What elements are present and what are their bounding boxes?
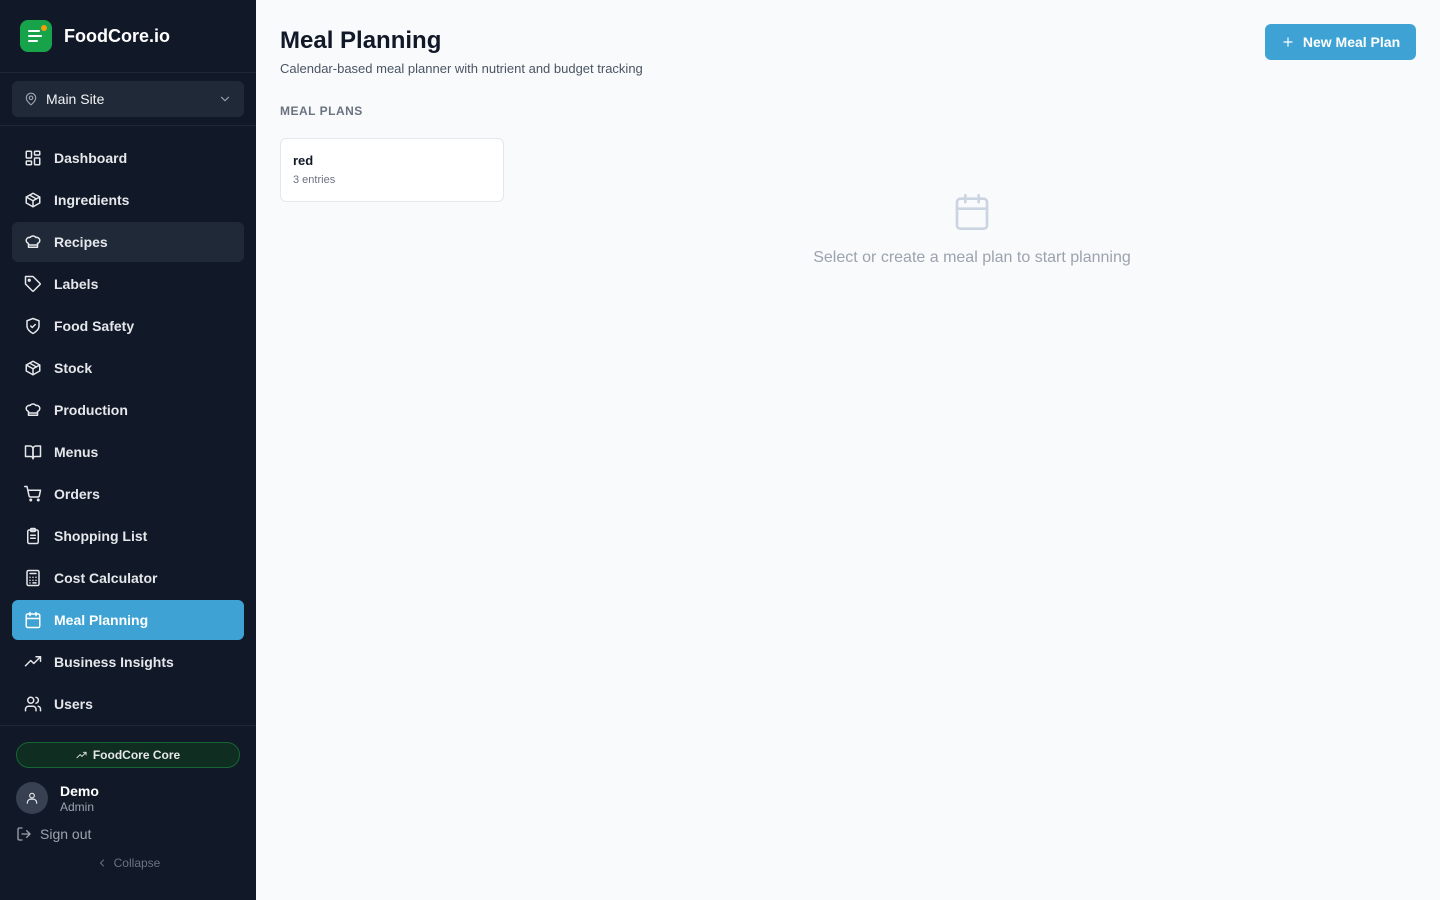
meal-plan-card[interactable]: red 3 entries <box>280 138 504 202</box>
user-icon <box>26 792 38 804</box>
brand-logo-icon <box>20 20 52 52</box>
calculator-icon <box>26 569 40 587</box>
new-meal-plan-button[interactable]: New Meal Plan <box>1265 24 1416 60</box>
sidebar-item-ingredients[interactable]: Ingredients <box>12 180 244 220</box>
calendar-icon <box>25 611 41 629</box>
dashboard-icon <box>25 150 41 166</box>
sidebar-item-label: Users <box>54 696 93 712</box>
chef-hat-icon <box>25 235 41 248</box>
sidebar-item-labels[interactable]: Labels <box>12 264 244 304</box>
sidebar: FoodCore.io Main Site Dashboard Ingredie… <box>0 0 256 900</box>
collapse-button[interactable]: Collapse <box>16 856 240 870</box>
cart-icon <box>24 485 42 502</box>
page-subtitle: Calendar-based meal planner with nutrien… <box>280 61 643 76</box>
user-name: Demo <box>60 782 99 799</box>
package-icon <box>25 360 41 376</box>
sidebar-item-business-insights[interactable]: Business Insights <box>12 642 244 682</box>
sidebar-item-label: Meal Planning <box>54 612 149 628</box>
main-content: Meal Planning Calendar-based meal planne… <box>256 0 1440 900</box>
sign-out-button[interactable]: Sign out <box>16 826 240 842</box>
empty-state-message: Select or create a meal plan to start pl… <box>813 249 1131 266</box>
sidebar-item-food-safety[interactable]: Food Safety <box>12 306 244 346</box>
meal-plan-name: red <box>293 153 314 168</box>
site-label: Main Site <box>46 91 105 107</box>
new-meal-plan-label: New Meal Plan <box>1302 34 1401 50</box>
empty-state: Select or create a meal plan to start pl… <box>792 192 1152 267</box>
sidebar-item-recipes[interactable]: Recipes <box>12 222 244 262</box>
chef-hat-icon <box>25 403 41 416</box>
sidebar-item-users[interactable]: Users <box>12 684 244 724</box>
sidebar-item-menus[interactable]: Menus <box>12 432 244 472</box>
tag-icon <box>24 275 41 292</box>
user-role: Admin <box>60 799 95 814</box>
sidebar-item-stock[interactable]: Stock <box>12 348 244 388</box>
site-selector[interactable]: Main Site <box>12 81 244 117</box>
sidebar-item-label: Labels <box>54 276 99 292</box>
sidebar-item-shopping-list[interactable]: Shopping List <box>12 516 244 556</box>
sign-out-label: Sign out <box>40 826 92 842</box>
calendar-icon <box>955 194 989 230</box>
sidebar-item-meal-planning[interactable]: Meal Planning <box>12 600 244 640</box>
sidebar-nav: Dashboard Ingredients Recipes Labels Foo… <box>0 126 256 724</box>
sidebar-item-label: Cost Calculator <box>54 570 158 586</box>
map-pin-icon <box>25 92 37 106</box>
plan-badge-label: FoodCore Core <box>92 748 181 762</box>
user-profile[interactable]: Demo Admin <box>16 782 240 814</box>
shield-check-icon <box>26 317 40 335</box>
brand[interactable]: FoodCore.io <box>0 0 256 73</box>
sidebar-item-label: Food Safety <box>54 318 135 334</box>
log-out-icon <box>17 827 31 841</box>
section-label: MEAL PLANS <box>280 104 363 118</box>
plus-icon <box>1283 37 1293 47</box>
chevron-left-icon <box>99 859 104 867</box>
users-icon <box>24 696 42 712</box>
sidebar-item-label: Ingredients <box>54 192 130 208</box>
package-icon <box>25 192 41 208</box>
sidebar-item-label: Recipes <box>54 234 108 250</box>
sidebar-item-label: Orders <box>54 486 100 502</box>
trending-up-icon <box>24 656 42 667</box>
sidebar-item-cost-calculator[interactable]: Cost Calculator <box>12 558 244 598</box>
plan-badge[interactable]: FoodCore Core <box>16 742 240 768</box>
sidebar-item-label: Shopping List <box>54 528 148 544</box>
sidebar-item-orders[interactable]: Orders <box>12 474 244 514</box>
chevron-down-icon <box>220 96 230 102</box>
sidebar-item-label: Production <box>54 402 128 418</box>
sidebar-item-production[interactable]: Production <box>12 390 244 430</box>
sidebar-item-label: Dashboard <box>54 150 128 166</box>
avatar <box>16 782 48 814</box>
book-open-icon <box>24 445 42 460</box>
sidebar-item-dashboard[interactable]: Dashboard <box>12 138 244 178</box>
sidebar-item-label: Business Insights <box>54 654 174 670</box>
collapse-label: Collapse <box>113 856 161 870</box>
meal-plan-entries: 3 entries <box>293 174 336 186</box>
sidebar-item-label: Stock <box>54 360 93 376</box>
page-title: Meal Planning <box>280 27 442 54</box>
sidebar-item-label: Menus <box>54 444 99 460</box>
clipboard-icon <box>27 527 39 545</box>
trending-up-icon <box>76 751 87 758</box>
app-name: FoodCore.io <box>64 25 170 46</box>
sidebar-footer: FoodCore Core Demo Admin Sign out Collap… <box>0 725 256 900</box>
